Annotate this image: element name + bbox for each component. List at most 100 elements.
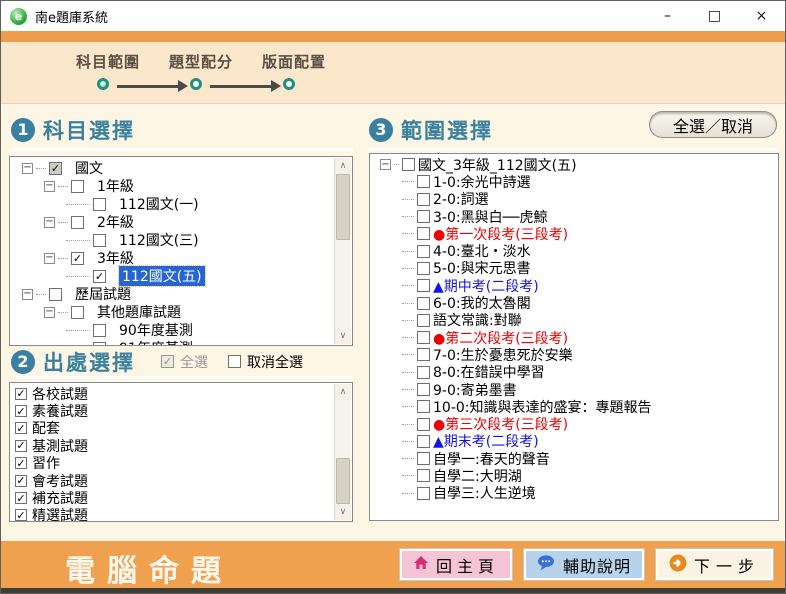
tree-checkbox[interactable]	[417, 313, 430, 327]
footer-buttons: 回主頁 輔助說明 下一步	[399, 549, 773, 580]
scroll-thumb[interactable]	[336, 458, 350, 504]
tree-checkbox[interactable]	[417, 210, 430, 224]
home-button[interactable]: 回主頁	[399, 549, 512, 580]
subject-tree-scrollbar[interactable]: ∧ ∨	[334, 158, 351, 344]
tree-checkbox[interactable]	[417, 227, 430, 241]
scroll-thumb[interactable]	[336, 174, 350, 240]
tree-item-label[interactable]: 3年級	[97, 248, 134, 268]
source-list-item: ✓ 素養試題	[14, 402, 333, 420]
source-item-checkbox[interactable]: ✓	[15, 457, 27, 470]
tree-checkbox[interactable]	[71, 305, 84, 319]
tree-row: 112國文(一)	[14, 195, 333, 213]
toggle-select-all-button[interactable]: 全選／取消	[649, 111, 777, 138]
expander-icon[interactable]: −	[44, 252, 55, 264]
scroll-track[interactable]	[335, 400, 351, 504]
step-circle-2-icon[interactable]	[190, 78, 202, 90]
expander-icon[interactable]: −	[44, 306, 55, 318]
next-step-button[interactable]: 下一步	[655, 549, 773, 580]
source-list-item: ✓ 配套	[14, 420, 333, 437]
tree-item-label[interactable]: 1年級	[97, 176, 134, 196]
tree-connector	[58, 311, 68, 313]
tree-checkbox[interactable]	[417, 192, 430, 206]
tree-connector	[402, 440, 414, 442]
tree-checkbox[interactable]	[49, 287, 62, 301]
minimize-button[interactable]: –	[644, 1, 691, 31]
source-item-checkbox[interactable]: ✓	[15, 509, 27, 521]
tree-checkbox[interactable]	[71, 215, 84, 229]
tree-checkbox[interactable]	[417, 434, 430, 448]
tree-checkbox[interactable]	[93, 341, 106, 345]
tree-item-label[interactable]: 90年度基測	[119, 320, 193, 340]
scroll-down-icon[interactable]: ∨	[335, 328, 351, 344]
tree-checkbox[interactable]	[417, 452, 430, 466]
tree-checkbox[interactable]	[417, 365, 430, 379]
tree-checkbox[interactable]	[417, 261, 430, 275]
expander-icon[interactable]: −	[22, 288, 33, 300]
close-button[interactable]: ×	[738, 1, 785, 31]
help-button[interactable]: 輔助說明	[523, 549, 644, 580]
tree-checkbox[interactable]	[417, 279, 430, 293]
tree-checkbox[interactable]	[417, 175, 430, 189]
scroll-down-icon[interactable]: ∨	[335, 504, 351, 520]
scroll-track[interactable]	[335, 174, 351, 328]
source-item-label[interactable]: 精選試題	[32, 505, 88, 521]
tree-item-label[interactable]: 2年級	[97, 212, 134, 232]
tree-item-label[interactable]: 自學三:人生逆境	[433, 483, 536, 503]
tree-row: ●第二次段考(三段考)	[374, 329, 774, 347]
tree-checkbox[interactable]	[417, 486, 430, 500]
tree-checkbox[interactable]: ✓	[49, 161, 62, 175]
tree-item-label[interactable]: 112國文(三)	[119, 230, 199, 250]
source-item-checkbox[interactable]: ✓	[15, 387, 27, 400]
tree-checkbox[interactable]	[417, 331, 430, 345]
tree-checkbox[interactable]	[417, 383, 430, 396]
tree-checkbox[interactable]	[417, 296, 430, 310]
scroll-up-icon[interactable]: ∧	[335, 384, 351, 400]
deselect-all-control[interactable]: 取消全選	[228, 352, 303, 372]
tree-checkbox[interactable]	[417, 348, 430, 362]
next-button-label: 下一步	[693, 556, 760, 576]
tree-checkbox[interactable]	[93, 197, 106, 211]
deselect-all-checkbox[interactable]	[228, 355, 241, 368]
tree-checkbox[interactable]	[417, 469, 430, 483]
tree-row: − ✓ 3年級	[14, 249, 333, 267]
tree-checkbox[interactable]	[93, 323, 106, 337]
subject-section-title: 科目選擇	[43, 118, 135, 143]
tree-checkbox[interactable]	[417, 400, 430, 414]
tree-item-label[interactable]: 91年度基測	[119, 338, 193, 345]
source-item-checkbox[interactable]: ✓	[15, 439, 27, 452]
top-accent-bar	[1, 31, 785, 42]
tree-checkbox[interactable]: ✓	[71, 251, 84, 265]
tree-connector	[402, 250, 414, 252]
tree-checkbox[interactable]	[417, 417, 430, 431]
source-item-checkbox[interactable]: ✓	[15, 492, 27, 505]
expander-icon[interactable]: −	[22, 162, 33, 174]
expander-icon[interactable]: −	[380, 159, 391, 171]
scroll-up-icon[interactable]: ∧	[335, 158, 351, 174]
step-circle-3-icon[interactable]	[283, 78, 295, 90]
tree-connector	[402, 319, 414, 321]
tree-item-label[interactable]: 112國文(五)	[118, 265, 206, 287]
select-all-checkbox[interactable]: ✓	[161, 355, 174, 368]
source-section-header: 2 出處選擇 ✓ 全選 取消全選	[11, 347, 353, 379]
maximize-button[interactable]: □	[691, 1, 738, 31]
tree-checkbox[interactable]	[93, 233, 106, 247]
tree-item-label[interactable]: 112國文(一)	[119, 194, 199, 214]
tree-row: 自學三:人生逆境	[374, 485, 774, 502]
background-window-strip	[1, 588, 785, 593]
tree-checkbox[interactable]	[402, 158, 415, 172]
source-list-item: ✓ 會考試題	[14, 472, 333, 490]
tree-checkbox[interactable]	[417, 244, 430, 258]
expander-icon[interactable]: −	[44, 216, 55, 228]
tree-checkbox[interactable]: ✓	[93, 269, 106, 283]
source-item-checkbox[interactable]: ✓	[15, 474, 27, 487]
expander-icon[interactable]: −	[44, 180, 55, 192]
tree-item-label[interactable]: 其他題庫試題	[97, 302, 181, 322]
step-circle-1-icon[interactable]	[97, 78, 109, 90]
tree-item-label[interactable]: 歷屆試題	[75, 284, 131, 304]
source-item-checkbox[interactable]: ✓	[15, 422, 27, 435]
select-all-control[interactable]: ✓ 全選	[161, 352, 208, 372]
tree-checkbox[interactable]	[71, 179, 84, 193]
tree-connector	[66, 239, 90, 241]
source-list-scrollbar[interactable]: ∧ ∨	[334, 384, 351, 520]
source-item-checkbox[interactable]: ✓	[15, 405, 27, 418]
